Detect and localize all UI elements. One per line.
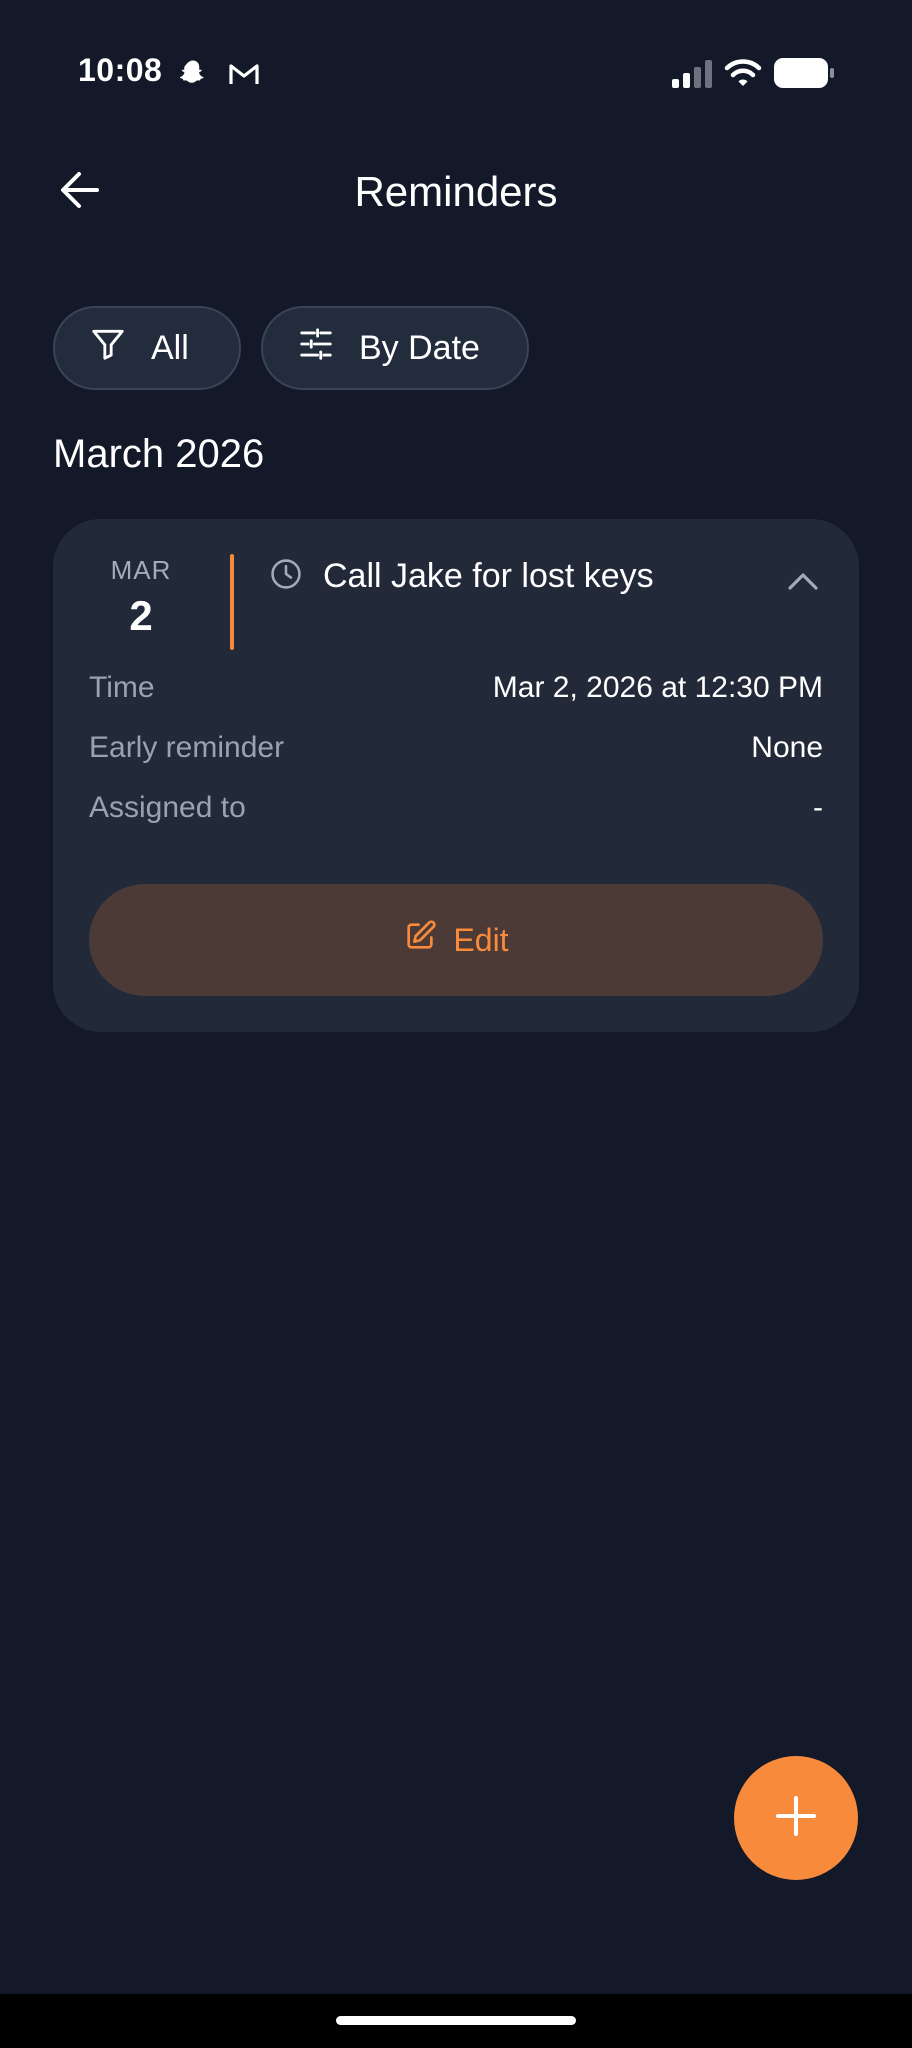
battery-icon bbox=[774, 58, 834, 93]
filter-all-label: All bbox=[151, 328, 189, 367]
snapchat-icon bbox=[178, 58, 208, 93]
detail-row-time: Time Mar 2, 2026 at 12:30 PM bbox=[89, 671, 823, 705]
signal-icon bbox=[672, 60, 712, 93]
month-heading: March 2026 bbox=[53, 432, 265, 476]
detail-row-assigned-to: Assigned to - bbox=[89, 791, 823, 825]
reminder-card[interactable]: MAR 2 Call Jake for lost keys Time Mar 2… bbox=[53, 519, 859, 1032]
reminder-title-row: Call Jake for lost keys bbox=[269, 557, 654, 596]
header: Reminders bbox=[0, 150, 912, 234]
detail-value: - bbox=[813, 791, 823, 824]
reminder-title: Call Jake for lost keys bbox=[323, 557, 654, 595]
detail-value: Mar 2, 2026 at 12:30 PM bbox=[492, 671, 823, 704]
status-time: 10:08 bbox=[78, 52, 163, 88]
clock-icon bbox=[269, 557, 303, 596]
home-indicator[interactable] bbox=[336, 2016, 576, 2025]
collapse-button[interactable] bbox=[783, 563, 823, 603]
edit-label: Edit bbox=[453, 921, 509, 958]
edit-icon bbox=[403, 919, 437, 961]
detail-label: Assigned to bbox=[89, 791, 246, 824]
date-day: 2 bbox=[129, 592, 153, 639]
plus-icon bbox=[774, 1794, 818, 1843]
detail-label: Early reminder bbox=[89, 731, 285, 764]
filter-row: All By Date bbox=[53, 306, 529, 390]
date-badge: MAR 2 bbox=[53, 555, 229, 640]
accent-divider bbox=[230, 554, 234, 650]
chevron-up-icon bbox=[787, 571, 819, 596]
filter-all-chip[interactable]: All bbox=[53, 306, 241, 390]
sort-by-date-label: By Date bbox=[359, 328, 480, 367]
detail-value: None bbox=[751, 731, 823, 764]
sort-by-date-chip[interactable]: By Date bbox=[261, 306, 529, 390]
gmail-icon bbox=[228, 62, 260, 91]
page-title: Reminders bbox=[354, 168, 558, 215]
filter-icon bbox=[89, 325, 127, 372]
add-reminder-button[interactable] bbox=[734, 1756, 858, 1880]
sliders-icon bbox=[297, 325, 335, 372]
wifi-icon bbox=[724, 58, 762, 93]
status-bar: 10:08 bbox=[0, 0, 912, 150]
detail-label: Time bbox=[89, 671, 155, 704]
date-month: MAR bbox=[110, 555, 172, 585]
edit-button[interactable]: Edit bbox=[89, 884, 823, 996]
detail-row-early-reminder: Early reminder None bbox=[89, 731, 823, 765]
